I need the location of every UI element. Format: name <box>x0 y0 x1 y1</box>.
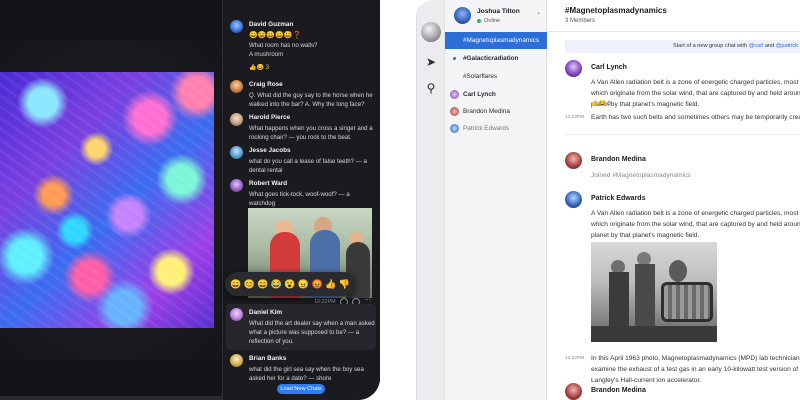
screenshot-stage: .................... David Guzman 😀😀😀😀😀❓… <box>0 0 800 400</box>
avatar[interactable] <box>230 80 243 93</box>
post-text: Earth has two such belts and sometimes o… <box>591 114 800 121</box>
avatar <box>450 107 459 116</box>
user-status: Online <box>477 18 500 24</box>
dm-label: Brandon Medina <box>463 108 510 115</box>
channel-item[interactable]: #Galacticradiation <box>445 50 547 67</box>
chat-header-partial: .................... <box>231 0 274 2</box>
post-text: A Van Allen radiation belt is a zone of … <box>591 79 800 108</box>
avatar[interactable] <box>230 354 243 367</box>
message-text: What room has no walls? A mushroom <box>249 42 318 58</box>
reaction-option[interactable]: 😡 <box>311 279 322 290</box>
channel-item[interactable]: #Solarflares <box>445 68 547 85</box>
current-user[interactable]: Joshua Tilton Online ⌄ <box>445 0 547 32</box>
shared-lab-photo[interactable] <box>591 242 717 342</box>
avatar[interactable] <box>565 60 582 77</box>
message-text: what did the girl sea say when the boy s… <box>249 366 364 382</box>
notice-text: and <box>763 43 776 49</box>
message-reactions[interactable]: 👍😂 3 <box>249 64 269 73</box>
user-name: Joshua Tilton <box>477 8 520 15</box>
avatar[interactable] <box>230 179 243 192</box>
post-author[interactable]: Brandon Medina <box>591 156 646 163</box>
video-artwork[interactable] <box>0 72 214 328</box>
mention-link[interactable]: @carl <box>749 43 764 49</box>
dm-item[interactable]: Brandon Medina <box>445 103 547 120</box>
dm-label: Carl Lynch <box>463 91 496 98</box>
avatar[interactable] <box>230 20 243 33</box>
post-author[interactable]: Patrick Edwards <box>591 195 645 202</box>
message-author[interactable]: David Guzman <box>249 21 293 28</box>
chevron-down-icon[interactable]: ⌄ <box>536 9 541 16</box>
message-author[interactable]: Jesse Jacobs <box>249 147 291 154</box>
post-text: A Van Allen radiation belt is a zone of … <box>591 210 800 239</box>
chat-main: #Magnetoplasmadynamics 3 Members Start o… <box>547 0 800 400</box>
message-text: What did the art dealer say when a man a… <box>249 320 375 345</box>
member-count[interactable]: 3 Members <box>565 18 595 24</box>
message-author[interactable]: Brian Banks <box>249 355 286 362</box>
avatar[interactable] <box>230 113 243 126</box>
join-notice: Joined #Magnetoplasmadynamics <box>591 172 691 179</box>
post-time: 12:22PM <box>565 356 585 361</box>
video-progress-bar[interactable] <box>0 396 222 400</box>
reaction-option[interactable]: 😂 <box>271 279 282 290</box>
message-author[interactable]: Harold Pierce <box>249 114 290 121</box>
reaction-option[interactable]: 😠 <box>298 279 309 290</box>
channel-title: #Magnetoplasmadynamics <box>565 6 667 15</box>
post-reactions[interactable]: 👍😂 3 <box>591 100 611 107</box>
dm-label: Patrick Edwards <box>463 125 510 132</box>
dark-chat-app: .................... David Guzman 😀😀😀😀😀❓… <box>0 0 380 400</box>
avatar[interactable] <box>230 146 243 159</box>
app-rail: ➤ ⚲ <box>417 0 445 400</box>
dm-item[interactable]: Patrick Edwards <box>445 120 547 137</box>
message-text: What goes tick-tock, woof-woof? — a watc… <box>249 191 350 207</box>
message-author[interactable]: Robert Ward <box>249 180 287 187</box>
channel-sidebar: Joshua Tilton Online ⌄ #Magnetoplasmadyn… <box>445 0 547 400</box>
app-logo[interactable] <box>421 22 441 42</box>
avatar[interactable] <box>565 383 582 400</box>
dm-item[interactable]: Carl Lynch <box>445 86 547 103</box>
avatar <box>454 7 471 24</box>
message-author[interactable]: Daniel Kim <box>249 309 282 316</box>
avatar[interactable] <box>565 152 582 169</box>
avatar <box>450 90 459 99</box>
message-divider <box>565 134 800 135</box>
message-text: What happens when you cross a singer and… <box>249 125 373 141</box>
channel-label: #Galacticradiation <box>463 55 519 62</box>
avatar[interactable] <box>565 191 582 208</box>
channel-item[interactable]: #Magnetoplasmadynamics <box>445 32 547 49</box>
unread-dot <box>453 57 456 60</box>
post-author[interactable]: Carl Lynch <box>591 64 627 71</box>
post-author[interactable]: Brandon Medina <box>591 387 646 394</box>
post-time: 12:22PM <box>565 115 585 120</box>
message-text: Q. What did the guy say to the horse whe… <box>249 92 373 108</box>
reaction-option[interactable]: 😊 <box>244 279 255 290</box>
status-text: Online <box>484 18 501 24</box>
reaction-option[interactable]: 😮 <box>284 279 295 290</box>
message-emoji: 😀😀😀😀😀❓ <box>249 32 302 39</box>
reaction-option[interactable]: 😄 <box>257 279 268 290</box>
avatar <box>450 124 459 133</box>
reaction-picker: 😀 😊 😄 😂 😮 😠 😡 👍 👎 <box>225 272 355 296</box>
avatar[interactable] <box>230 308 243 321</box>
reaction-option[interactable]: 👎 <box>339 279 350 290</box>
video-pane <box>0 0 240 400</box>
message-text: what do you call a lease of false teeth?… <box>249 158 367 174</box>
group-start-notice: Start of a new group chat with @carl and… <box>565 40 800 53</box>
message-author[interactable]: Craig Rose <box>249 81 283 88</box>
light-chat-app: ➤ ⚲ Joshua Tilton Online ⌄ #Magnetoplasm… <box>416 0 800 400</box>
reaction-option[interactable]: 👍 <box>325 279 336 290</box>
header-divider <box>547 31 800 32</box>
post-text: In this April 1963 photo, Magnetoplasmad… <box>591 355 800 384</box>
search-icon[interactable]: ⚲ <box>423 80 439 96</box>
reaction-option[interactable]: 😀 <box>230 279 241 290</box>
online-indicator <box>477 18 481 23</box>
mention-link[interactable]: @patrick <box>776 43 798 49</box>
notice-text: Start of a new group chat with <box>673 43 749 49</box>
load-new-chats-button[interactable]: Load New Chats <box>277 384 325 394</box>
send-icon[interactable]: ➤ <box>423 54 439 70</box>
